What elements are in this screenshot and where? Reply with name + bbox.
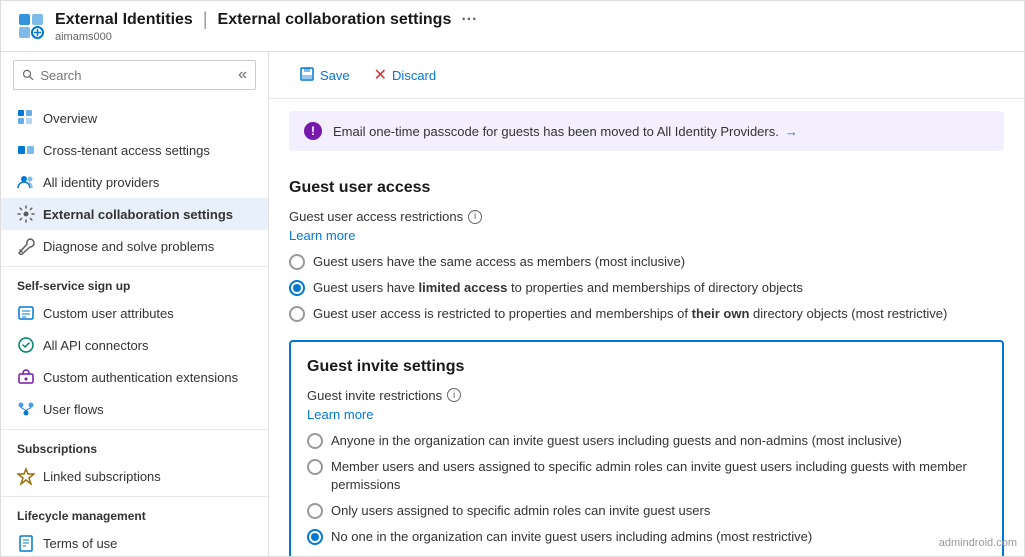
external-collab-label: External collaboration settings: [43, 207, 233, 222]
discard-label: Discard: [392, 68, 436, 83]
guest-access-option-3[interactable]: Guest user access is restricted to prope…: [289, 305, 1004, 323]
watermark: admindroid.com: [939, 537, 1017, 549]
guest-access-learn-more[interactable]: Learn more: [289, 228, 355, 243]
app-container: External Identities | External collabora…: [0, 0, 1025, 557]
custom-auth-icon: [17, 368, 35, 386]
guest-invite-radio-4[interactable]: [307, 529, 323, 545]
discard-button[interactable]: ✕ Discard: [364, 60, 446, 90]
diagnose-label: Diagnose and solve problems: [43, 239, 214, 254]
org-name: aimams000: [55, 31, 477, 43]
user-attrs-icon: [17, 304, 35, 322]
guest-invite-option-4-label: No one in the organization can invite gu…: [331, 528, 812, 546]
api-connectors-label: All API connectors: [43, 338, 149, 353]
sidebar-item-diagnose[interactable]: Diagnose and solve problems: [1, 230, 268, 262]
user-flows-icon: [17, 400, 35, 418]
identity-providers-label: All identity providers: [43, 175, 159, 190]
search-input[interactable]: [40, 68, 238, 83]
grid-icon: [17, 109, 35, 127]
app-icon: [17, 12, 45, 40]
notification-text: Email one-time passcode for guests has b…: [333, 124, 779, 139]
sidebar-nav: Overview Cross-tenant access settings: [1, 98, 268, 556]
guest-access-radio-3[interactable]: [289, 306, 305, 322]
wrench-icon: [17, 237, 35, 255]
header: External Identities | External collabora…: [1, 1, 1024, 52]
guest-invite-option-4[interactable]: No one in the organization can invite gu…: [307, 528, 986, 546]
guest-invite-option-1-label: Anyone in the organization can invite gu…: [331, 432, 902, 450]
discard-icon: ✕: [374, 65, 387, 85]
notification-banner: ! Email one-time passcode for guests has…: [289, 111, 1004, 151]
guest-invite-title: Guest invite settings: [307, 358, 986, 376]
notification-icon: !: [303, 121, 323, 141]
guest-user-access-title: Guest user access: [289, 179, 1004, 197]
self-service-header: Self-service sign up: [1, 266, 268, 297]
terms-label: Terms of use: [43, 536, 117, 551]
guest-access-option-2[interactable]: Guest users have limited access to prope…: [289, 279, 1004, 297]
cross-tenant-label: Cross-tenant access settings: [43, 143, 210, 158]
search-box[interactable]: «: [13, 60, 256, 90]
content-area: Save ✕ Discard ! Email one-time passcode…: [269, 52, 1024, 556]
guest-invite-radio-2[interactable]: [307, 459, 323, 475]
sidebar: « Overview: [1, 52, 269, 556]
svg-text:!: !: [311, 124, 315, 138]
terms-icon: [17, 534, 35, 552]
gear-icon: [17, 205, 35, 223]
sidebar-item-api-connectors[interactable]: All API connectors: [1, 329, 268, 361]
guest-access-restrictions-label: Guest user access restrictions i: [289, 209, 1004, 224]
sidebar-item-terms[interactable]: Terms of use: [1, 527, 268, 556]
collapse-icon[interactable]: «: [238, 66, 247, 84]
guest-access-option-2-label: Guest users have limited access to prope…: [313, 279, 803, 297]
subscriptions-icon: [17, 467, 35, 485]
page-title: External collaboration settings: [218, 11, 452, 29]
header-title-block: External Identities | External collabora…: [55, 9, 477, 43]
guest-invite-option-2[interactable]: Member users and users assigned to speci…: [307, 458, 986, 494]
guest-invite-restrictions-label: Guest invite restrictions i: [307, 388, 986, 403]
sidebar-item-custom-user-attrs[interactable]: Custom user attributes: [1, 297, 268, 329]
guest-access-info-icon[interactable]: i: [468, 210, 482, 224]
guest-access-option-3-label: Guest user access is restricted to prope…: [313, 305, 947, 323]
sidebar-item-user-flows[interactable]: User flows: [1, 393, 268, 425]
guest-access-radio-1[interactable]: [289, 254, 305, 270]
save-button[interactable]: Save: [289, 61, 360, 90]
save-icon: [299, 66, 315, 85]
guest-access-option-1-label: Guest users have the same access as memb…: [313, 253, 685, 271]
sidebar-item-linked-subscriptions[interactable]: Linked subscriptions: [1, 460, 268, 492]
custom-auth-ext-label: Custom authentication extensions: [43, 370, 238, 385]
header-main-title: External Identities | External collabora…: [55, 9, 477, 30]
sidebar-item-cross-tenant[interactable]: Cross-tenant access settings: [1, 134, 268, 166]
user-flows-label: User flows: [43, 402, 104, 417]
guest-invite-radio-3[interactable]: [307, 503, 323, 519]
content-body: Guest user access Guest user access rest…: [269, 163, 1024, 556]
overview-label: Overview: [43, 111, 97, 126]
guest-invite-option-2-label: Member users and users assigned to speci…: [331, 458, 986, 494]
sidebar-item-external-collab[interactable]: External collaboration settings: [1, 198, 268, 230]
guest-invite-option-3-label: Only users assigned to specific admin ro…: [331, 502, 710, 520]
guest-invite-option-1[interactable]: Anyone in the organization can invite gu…: [307, 432, 986, 450]
guest-invite-learn-more[interactable]: Learn more: [307, 407, 373, 422]
lifecycle-header: Lifecycle management: [1, 496, 268, 527]
notification-link-arrow[interactable]: →: [785, 124, 798, 139]
guest-access-radio-2[interactable]: [289, 280, 305, 296]
guest-user-access-section: Guest user access Guest user access rest…: [289, 179, 1004, 324]
guest-access-option-1[interactable]: Guest users have the same access as memb…: [289, 253, 1004, 271]
toolbar: Save ✕ Discard: [269, 52, 1024, 99]
header-divider: |: [203, 9, 208, 30]
custom-user-attrs-label: Custom user attributes: [43, 306, 174, 321]
subscriptions-header: Subscriptions: [1, 429, 268, 460]
sidebar-item-identity-providers[interactable]: All identity providers: [1, 166, 268, 198]
sidebar-item-overview[interactable]: Overview: [1, 102, 268, 134]
users-icon: [17, 173, 35, 191]
guest-invite-option-3[interactable]: Only users assigned to specific admin ro…: [307, 502, 986, 520]
linked-subscriptions-label: Linked subscriptions: [43, 469, 161, 484]
guest-invite-section: Guest invite settings Guest invite restr…: [289, 340, 1004, 556]
sidebar-item-custom-auth-ext[interactable]: Custom authentication extensions: [1, 361, 268, 393]
api-icon: [17, 336, 35, 354]
app-name: External Identities: [55, 11, 193, 29]
save-label: Save: [320, 68, 350, 83]
main-layout: « Overview: [1, 52, 1024, 556]
search-icon: [22, 68, 34, 82]
more-menu-icon[interactable]: ···: [461, 11, 477, 29]
tenants-icon: [17, 141, 35, 159]
guest-invite-info-icon[interactable]: i: [447, 388, 461, 402]
guest-invite-radio-1[interactable]: [307, 433, 323, 449]
